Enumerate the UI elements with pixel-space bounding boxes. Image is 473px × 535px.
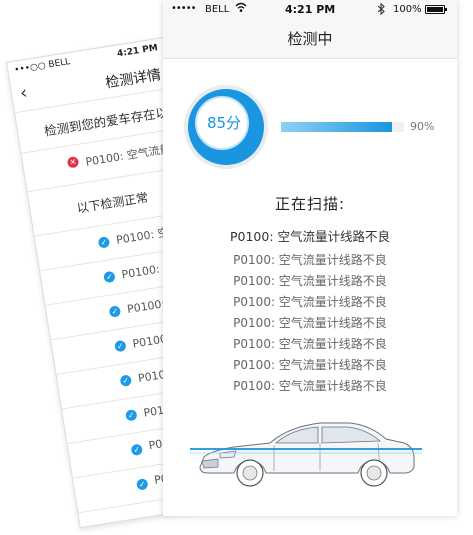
status-bar: ••••• BELL 4:21 PM 100% — [163, 0, 457, 20]
scan-current-item: P0100: 空气流量计线路不良 — [229, 229, 391, 244]
scanning-screen: ••••• BELL 4:21 PM 100% 检测中 85分 90% 正在扫描… — [163, 0, 457, 516]
battery-icon — [425, 5, 447, 14]
page-title: 检测详情 — [104, 67, 163, 92]
check-icon: ✓ — [114, 339, 127, 353]
scan-list-item: P0100: 空气流量计线路不良 — [233, 379, 387, 393]
scan-progress-fill — [281, 122, 392, 132]
wifi-icon — [235, 2, 247, 16]
car-outline-icon — [190, 422, 422, 487]
nav-bar: 检测中 — [163, 20, 457, 59]
check-icon: ✓ — [135, 478, 149, 491]
check-icon: ✓ — [125, 408, 138, 422]
carrier-label: BELL — [205, 4, 230, 15]
scan-list-item: P0100: 空气流量计线路不良 — [233, 337, 387, 351]
bluetooth-icon — [377, 2, 385, 18]
scan-progress-bar — [281, 122, 404, 132]
score-area: 85分 — [163, 59, 457, 169]
page-title: 检测中 — [287, 30, 333, 48]
car-illustration — [190, 405, 422, 505]
scan-progress-label: 90% — [410, 120, 435, 133]
score-value: 85分 — [206, 114, 242, 132]
check-icon: ✓ — [108, 305, 122, 318]
scan-list: P0100: 空气流量计线路不良 P0100: 空气流量计线路不良 P0100:… — [163, 250, 457, 397]
chevron-left-icon[interactable]: ‹ — [18, 82, 28, 104]
check-icon: ✓ — [119, 374, 133, 387]
scan-list-item: P0100: 空气流量计线路不良 — [233, 358, 387, 372]
score-gauge: 85分 — [184, 85, 268, 169]
scan-list-item: P0100: 空气流量计线路不良 — [233, 253, 387, 267]
check-icon: ✓ — [97, 236, 111, 249]
error-icon: ✕ — [66, 155, 80, 169]
scan-list-item: P0100: 空气流量计线路不良 — [233, 316, 387, 330]
check-icon: ✓ — [130, 443, 144, 457]
scan-heading: 正在扫描: — [274, 195, 346, 213]
scan-list-item: P0100: 空气流量计线路不良 — [233, 295, 387, 309]
scene: •••○○ BELL 4:21 PM ‹ 检测详情 检测到您的爱车存在以下 ✕ … — [0, 0, 473, 535]
signal-icon: ••••• — [171, 3, 196, 14]
check-icon: ✓ — [103, 270, 116, 284]
score-gauge-center: 85分 — [195, 96, 249, 150]
battery-percentage: 100% — [393, 4, 422, 15]
scan-list-item: P0100: 空气流量计线路不良 — [233, 274, 387, 288]
clock: 4:21 PM — [285, 3, 336, 16]
section-label: 以下检测正常 — [75, 190, 150, 216]
